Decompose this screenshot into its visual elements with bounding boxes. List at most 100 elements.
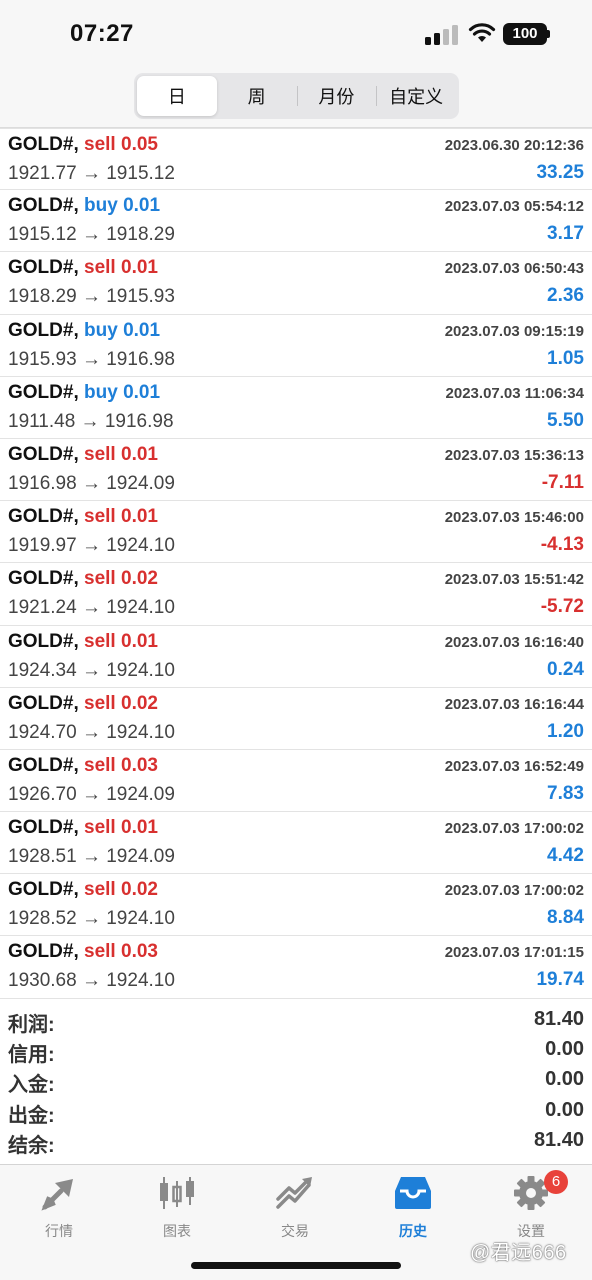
summary-label: 结余:: [8, 1134, 55, 1157]
trade-volume: 0.02: [121, 568, 158, 590]
trade-volume: 0.01: [123, 319, 161, 341]
trade-time: 2023.07.03 16:16:44: [444, 695, 584, 713]
trade-side: sell: [84, 941, 116, 963]
trade-row[interactable]: GOLD#, sell 0.02 1921.24 → 1924.10 2023.07…: [0, 563, 592, 626]
trade-profit: 4.42: [547, 845, 584, 867]
trade-symbol-line: GOLD#, sell 0.01: [8, 257, 158, 279]
trade-volume: 0.01: [123, 381, 161, 403]
trade-row[interactable]: GOLD#, sell 0.03 1930.68 → 1924.10 2023.07…: [0, 936, 592, 999]
summary-label: 信用:: [8, 1044, 55, 1067]
trade-row[interactable]: GOLD#, sell 0.03 1926.70 → 1924.09 2023.07…: [0, 750, 592, 813]
trade-side: sell: [84, 630, 116, 652]
trade-symbol-line: GOLD#, sell 0.05: [8, 134, 158, 156]
trade-row[interactable]: GOLD#, sell 0.05 1921.77 → 1915.12 2023.06…: [0, 128, 592, 191]
trade-profit: -7.11: [541, 471, 584, 493]
tab-settings[interactable]: 设置: [472, 1175, 590, 1245]
trade-prices: 1924.70 → 1924.10: [8, 721, 175, 743]
trade-side: buy: [84, 319, 118, 341]
trade-symbol: GOLD#,: [8, 568, 79, 590]
tab-history-label: 历史: [399, 1223, 427, 1239]
summary-value: 81.40: [533, 1008, 584, 1030]
trade-symbol: GOLD#,: [8, 195, 79, 217]
trade-row[interactable]: GOLD#, sell 0.01 1919.97 → 1924.10 2023.07…: [0, 501, 592, 564]
period-filter-bar: 日 周 月份 自定义: [0, 70, 592, 128]
summary-label: 出金:: [8, 1104, 55, 1127]
tab-quotes-label: 行情: [45, 1223, 73, 1239]
trade-prices: 1928.52 → 1924.10: [8, 908, 175, 930]
trade-row[interactable]: GOLD#, buy 0.01 1915.12 → 1918.29 2023.07.…: [0, 190, 592, 253]
summary-label: 利润:: [8, 1014, 55, 1036]
trade-time: 2023.07.03 16:16:40: [444, 633, 584, 651]
summary-row: 信用: 0.00: [0, 1036, 592, 1066]
trade-prices: 1921.77 → 1915.12: [8, 163, 175, 184]
summary-value: 0.00: [545, 1098, 584, 1121]
trade-volume: 0.03: [121, 754, 158, 776]
trade-side: sell: [84, 817, 116, 839]
trade-time: 2023.07.03 11:06:34: [445, 384, 584, 402]
trade-profit: 8.84: [547, 907, 584, 929]
trade-prices: 1915.12 → 1918.29: [8, 224, 175, 246]
trade-prices: 1911.48 → 1916.98: [8, 410, 174, 432]
trade-profit: -4.13: [540, 534, 584, 556]
trade-row[interactable]: GOLD#, buy 0.01 1911.48 → 1916.98 2023.07.…: [0, 377, 592, 439]
trade-volume: 0.01: [121, 506, 158, 528]
trade-time: 2023.07.03 16:52:49: [444, 757, 584, 775]
trade-symbol: GOLD#,: [8, 817, 79, 839]
summary-row: 利润: 81.40: [0, 1006, 592, 1036]
trade-history-list: GOLD#, sell 0.05 1921.77 → 1915.12 2023.06…: [0, 128, 592, 999]
trade-profit: 2.36: [547, 285, 584, 307]
trade-row[interactable]: GOLD#, sell 0.01 1916.98 → 1924.09 2023.07…: [0, 439, 592, 502]
trade-time: 2023.07.03 17:00:02: [444, 820, 584, 838]
segment-day[interactable]: 日: [137, 76, 217, 116]
trade-symbol-line: GOLD#, buy 0.01: [8, 195, 160, 217]
trade-symbol-line: GOLD#, sell 0.01: [8, 444, 158, 466]
trade-time: 2023.07.03 17:00:02: [444, 882, 584, 900]
trade-symbol-line: GOLD#, sell 0.03: [8, 755, 158, 777]
trade-prices: 1930.68 → 1924.10: [8, 970, 175, 992]
trade-symbol: GOLD#,: [8, 754, 79, 776]
trade-symbol: GOLD#,: [8, 319, 79, 341]
trade-symbol-line: GOLD#, sell 0.01: [8, 631, 158, 653]
tab-trade[interactable]: 交易: [236, 1175, 354, 1245]
trade-symbol-line: GOLD#, sell 0.02: [8, 879, 158, 901]
trade-volume: 0.01: [121, 257, 158, 279]
tab-charts[interactable]: 图表: [118, 1175, 236, 1245]
trade-prices: 1916.98 → 1924.09: [8, 472, 175, 494]
trade-row[interactable]: GOLD#, buy 0.01 1915.93 → 1916.98 2023.07.…: [0, 315, 592, 377]
quotes-arrows-icon: [41, 1179, 73, 1211]
trade-side: buy: [84, 195, 118, 217]
trade-symbol: GOLD#,: [8, 630, 79, 652]
trade-side: sell: [84, 568, 116, 590]
trade-row[interactable]: GOLD#, sell 0.01 1928.51 → 1924.09 2023.07…: [0, 812, 592, 875]
trade-row[interactable]: GOLD#, sell 0.01 1918.29 → 1915.93 2023.07…: [0, 252, 592, 315]
trade-symbol: GOLD#,: [8, 941, 79, 963]
segment-month[interactable]: 月份: [296, 76, 377, 116]
trade-symbol: GOLD#,: [8, 443, 79, 465]
summary-row: 出金: 0.00: [0, 1097, 592, 1127]
segment-custom[interactable]: 自定义: [376, 76, 456, 116]
period-segmented-control: 日 周 月份 自定义: [134, 73, 459, 119]
segment-week[interactable]: 周: [217, 76, 297, 116]
tab-quotes[interactable]: 行情: [0, 1175, 118, 1245]
trade-profit: 1.05: [547, 347, 584, 369]
trade-time: 2023.06.30 20:12:36: [444, 137, 584, 154]
trade-volume: 0.01: [121, 630, 158, 652]
summary-value: 0.00: [545, 1038, 584, 1061]
trade-trend-icon: [276, 1177, 312, 1209]
trade-row[interactable]: GOLD#, sell 0.02 1924.70 → 1924.10 2023.07…: [0, 688, 592, 750]
settings-notification-badge: 6: [544, 1170, 568, 1194]
trade-row[interactable]: GOLD#, sell 0.02 1928.52 → 1924.10 2023.07…: [0, 874, 592, 937]
battery-indicator: 100: [503, 23, 547, 45]
trade-symbol-line: GOLD#, sell 0.01: [8, 506, 158, 528]
trade-symbol-line: GOLD#, sell 0.01: [8, 817, 158, 839]
trade-time: 2023.07.03 15:51:42: [444, 571, 584, 589]
trade-row[interactable]: GOLD#, sell 0.01 1924.34 → 1924.10 2023.07…: [0, 626, 592, 688]
history-inbox-icon: [395, 1177, 431, 1209]
account-summary: 利润: 81.40 信用: 0.00 入金: 0.00 出金: 0.00 结余: 81.40: [0, 1006, 592, 1157]
trade-volume: 0.05: [121, 134, 158, 155]
trade-symbol: GOLD#,: [8, 879, 79, 901]
status-time: 07:27: [70, 20, 134, 47]
trade-symbol-line: GOLD#, buy 0.01: [8, 382, 160, 404]
tab-history[interactable]: 历史: [354, 1175, 472, 1245]
trade-profit: 19.74: [536, 969, 584, 991]
